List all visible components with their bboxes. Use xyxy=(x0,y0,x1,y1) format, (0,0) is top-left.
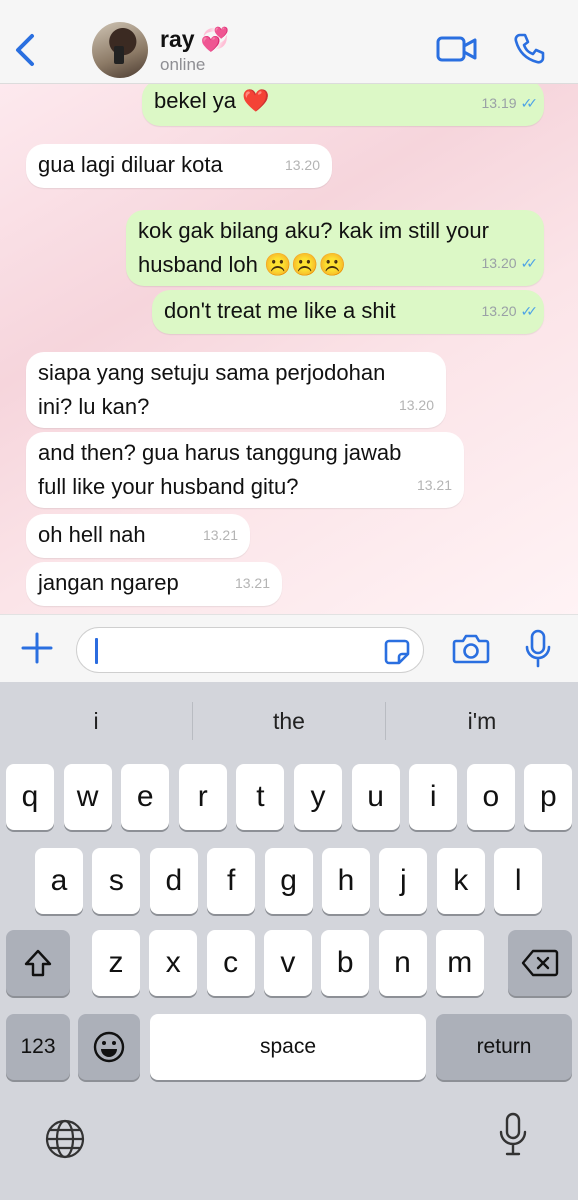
key-k[interactable]: k xyxy=(436,848,485,914)
key-v[interactable]: v xyxy=(263,930,312,996)
emoji-icon xyxy=(93,1031,125,1063)
key-f[interactable]: f xyxy=(207,848,256,914)
message-bubble-incoming[interactable]: siapa yang setuju sama perjodohan ini? l… xyxy=(26,352,446,428)
key-n[interactable]: n xyxy=(378,930,427,996)
key-u[interactable]: u xyxy=(351,764,400,830)
message-bubble-incoming[interactable]: and then? gua harus tanggung jawab full … xyxy=(26,432,464,508)
key-h[interactable]: h xyxy=(322,848,370,914)
message-bubble-incoming[interactable]: gua lagi diluar kota 13.20 xyxy=(26,144,332,188)
key-r[interactable]: r xyxy=(178,764,227,830)
key-o[interactable]: o xyxy=(466,764,515,830)
message-input[interactable] xyxy=(76,627,424,673)
key-q[interactable]: q xyxy=(6,764,54,830)
message-time: 13.20 xyxy=(481,303,517,319)
key-z[interactable]: z xyxy=(92,930,140,996)
return-key[interactable]: return xyxy=(436,1014,572,1080)
text-caret xyxy=(95,638,98,664)
chat-header: ray 💞 online xyxy=(0,0,578,84)
key-a[interactable]: a xyxy=(35,848,83,914)
key-b[interactable]: b xyxy=(321,930,370,996)
message-time: 13.21 xyxy=(416,477,452,493)
key-y[interactable]: y xyxy=(294,764,342,830)
key-p[interactable]: p xyxy=(524,764,573,830)
sticker-icon[interactable] xyxy=(383,638,411,666)
video-call-icon[interactable] xyxy=(436,34,478,64)
composer-bar xyxy=(0,614,578,682)
dictation-microphone-icon[interactable] xyxy=(498,1112,528,1158)
plus-icon[interactable] xyxy=(20,631,54,665)
contact-name[interactable]: ray 💞 xyxy=(160,26,230,53)
message-time: 13.21 xyxy=(234,575,270,591)
phone-call-icon[interactable] xyxy=(512,32,546,66)
key-e[interactable]: e xyxy=(121,764,170,830)
backspace-key[interactable] xyxy=(508,930,572,996)
globe-icon[interactable] xyxy=(44,1118,86,1160)
backspace-icon xyxy=(521,949,559,977)
key-x[interactable]: x xyxy=(149,930,198,996)
suggestion-item[interactable]: i'm xyxy=(386,682,578,760)
key-i[interactable]: i xyxy=(409,764,458,830)
microphone-icon[interactable] xyxy=(524,629,552,669)
key-l[interactable]: l xyxy=(494,848,543,914)
message-bubble-incoming[interactable]: oh hell nah 13.21 xyxy=(26,514,250,558)
key-t[interactable]: t xyxy=(236,764,285,830)
key-j[interactable]: j xyxy=(379,848,428,914)
suggestion-item[interactable]: i xyxy=(0,682,192,760)
predictive-text-bar: i the i'm xyxy=(0,682,578,760)
key-g[interactable]: g xyxy=(264,848,313,914)
shift-key[interactable] xyxy=(6,930,70,996)
message-bubble-incoming[interactable]: jangan ngarep 13.21 xyxy=(26,562,282,606)
key-d[interactable]: d xyxy=(149,848,198,914)
back-chevron-icon[interactable] xyxy=(10,28,40,72)
message-bubble-outgoing[interactable]: kok gak bilang aku? kak im still your hu… xyxy=(126,210,544,286)
key-s[interactable]: s xyxy=(92,848,141,914)
read-receipt-icon: ✓✓ xyxy=(520,95,539,111)
shift-arrow-icon xyxy=(24,949,52,977)
message-bubble-outgoing[interactable]: don't treat me like a shit 13.20 ✓✓ xyxy=(152,290,544,334)
key-c[interactable]: c xyxy=(206,930,255,996)
key-w[interactable]: w xyxy=(63,764,112,830)
message-bubble-outgoing[interactable]: bekel ya ❤️ 13.19 ✓✓ xyxy=(142,84,544,126)
suggestion-item[interactable]: the xyxy=(193,682,385,760)
numbers-key[interactable]: 123 xyxy=(6,1014,70,1080)
read-receipt-icon: ✓✓ xyxy=(520,255,539,271)
message-time: 13.20 xyxy=(284,157,320,173)
message-time: 13.21 xyxy=(202,527,238,543)
space-key[interactable]: space xyxy=(150,1014,426,1080)
message-time: 13.19 xyxy=(481,95,517,111)
avatar[interactable] xyxy=(92,22,148,78)
read-receipt-icon: ✓✓ xyxy=(520,303,539,319)
emoji-key[interactable] xyxy=(78,1014,140,1080)
camera-icon[interactable] xyxy=(452,633,490,665)
message-list[interactable]: bekel ya ❤️ 13.19 ✓✓ gua lagi diluar kota… xyxy=(0,84,578,614)
contact-status: online xyxy=(160,55,206,74)
message-time: 13.20 xyxy=(398,397,434,413)
key-m[interactable]: m xyxy=(435,930,484,996)
message-time: 13.20 xyxy=(481,255,517,271)
